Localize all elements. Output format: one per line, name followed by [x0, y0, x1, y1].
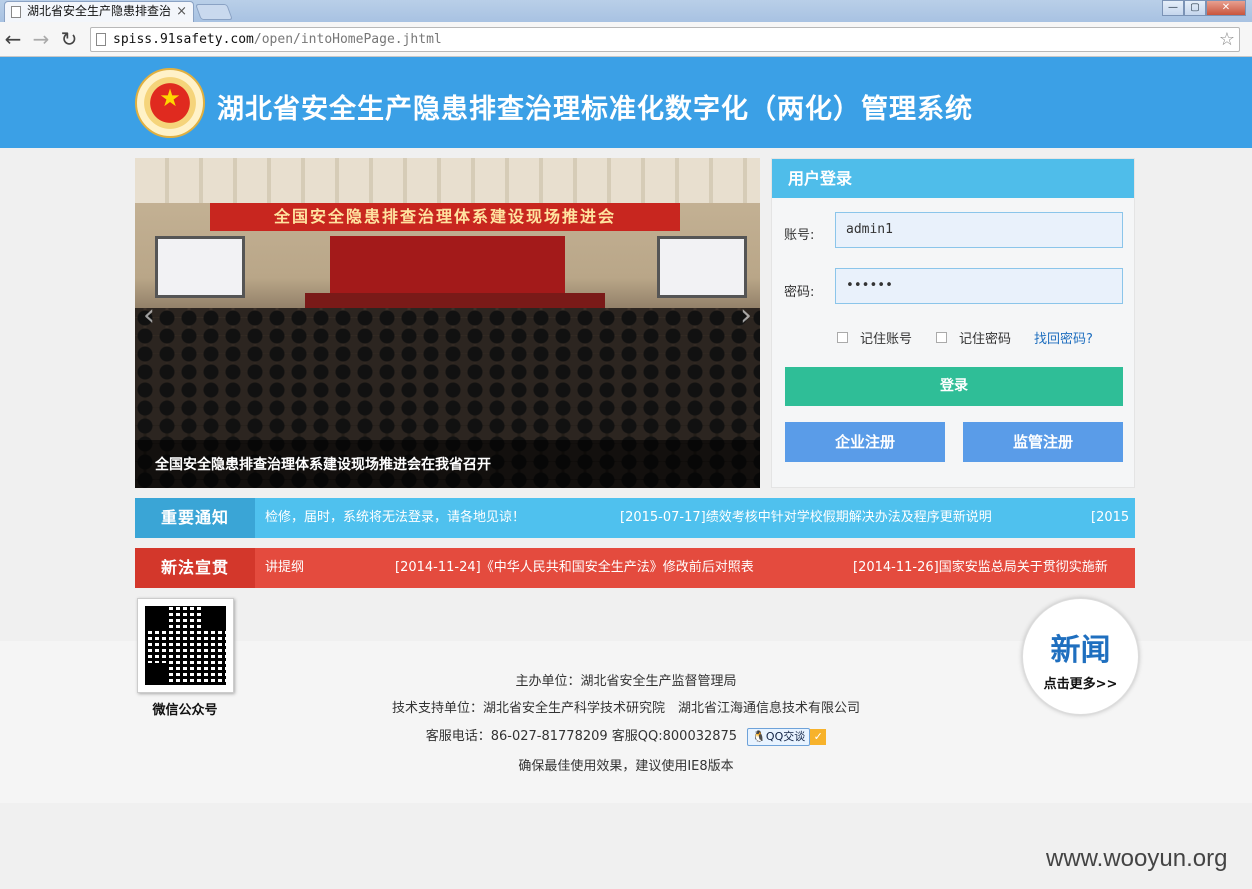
back-arrow-icon[interactable]: ← — [2, 28, 24, 50]
qq-chat-button[interactable]: 🐧QQ交谈 — [747, 727, 811, 746]
minimize-button[interactable]: — — [1162, 0, 1184, 16]
news-carousel[interactable]: 全国安全隐患排查治理体系建设现场推进会 ‹ › 全国安全隐患排查治理体系建设现场… — [135, 158, 760, 488]
wechat-qr-code — [137, 598, 234, 693]
qr-code-image — [145, 606, 226, 685]
page-icon — [96, 33, 106, 46]
window-controls: — ▢ ✕ — [1162, 0, 1246, 16]
service-contact: 客服电话：86-027-81778209 客服QQ:800032875 🐧QQ交… — [0, 725, 1252, 746]
browser-tab-bar: 湖北省安全生产隐患排查治 × — ▢ ✕ — [0, 0, 1252, 22]
caption-bar: 全国安全隐患排查治理体系建设现场推进会在我省召开 — [135, 440, 760, 488]
new-tab-button[interactable] — [195, 4, 233, 20]
important-notice-bar: 重要通知 检修，届时，系统将无法登录，请各地见谅！ [2015-07-17]绩效… — [135, 498, 1135, 538]
site-title: 湖北省安全生产隐患排查治理标准化数字化（两化）管理系统 — [217, 94, 973, 125]
browser-toolbar: ← → ↻ spiss.91safety.com/open/intoHomePa… — [0, 22, 1252, 57]
password-input[interactable]: •••••• — [835, 268, 1123, 304]
new-law-bar: 新法宣贯 讲提纲 [2014-11-24]《中华人民共和国安全生产法》修改前后对… — [135, 548, 1135, 588]
forgot-password-link[interactable]: 找回密码? — [1034, 328, 1093, 347]
carousel-caption[interactable]: 全国安全隐患排查治理体系建设现场推进会在我省召开 — [155, 454, 491, 474]
enterprise-register-button[interactable]: 企业注册 — [785, 422, 945, 462]
law-link[interactable]: [2014-11-24]《中华人民共和国安全生产法》修改前后对照表 — [395, 548, 754, 588]
remember-account[interactable]: 记住账号 — [837, 328, 912, 347]
new-law-ticker: 讲提纲 [2014-11-24]《中华人民共和国安全生产法》修改前后对照表 [2… — [255, 548, 1135, 588]
notice-link[interactable]: [2015-07-17]绩效考核中针对学校假期解决办法及程序更新说明 — [620, 498, 992, 538]
account-label: 账号: — [784, 228, 815, 243]
close-window-button[interactable]: ✕ — [1206, 0, 1246, 16]
scene-banner-text: 全国安全隐患排查治理体系建设现场推进会 — [210, 203, 680, 231]
remember-account-checkbox[interactable] — [837, 332, 848, 343]
star-icon: ★ — [159, 84, 181, 112]
news-more-link[interactable]: 点击更多>> — [1023, 673, 1138, 692]
remember-password-checkbox[interactable] — [936, 332, 947, 343]
stage-curtain — [330, 236, 565, 296]
tab-title: 湖北省安全生产隐患排查治 — [27, 4, 172, 18]
service-phone: 客服电话：86-027-81778209 客服QQ:800032875 — [425, 729, 738, 744]
emblem-logo: ★ — [135, 68, 205, 138]
supervisor-register-button[interactable]: 监管注册 — [963, 422, 1123, 462]
browser-tip: 确保最佳使用效果，建议使用IE8版本 — [518, 759, 734, 774]
notice-link[interactable]: [2015 — [1091, 498, 1129, 538]
remember-account-label: 记住账号 — [860, 332, 913, 347]
important-notice-ticker: 检修，届时，系统将无法登录，请各地见谅！ [2015-07-17]绩效考核中针对… — [255, 498, 1135, 538]
address-bar[interactable]: spiss.91safety.com/open/intoHomePage.jht… — [90, 27, 1240, 52]
projection-screen-right — [657, 236, 747, 298]
law-link[interactable]: 讲提纲 — [265, 548, 304, 588]
important-notice-label: 重要通知 — [135, 498, 255, 538]
law-link[interactable]: [2014-11-26]国家安监总局关于贯彻实施新 — [853, 548, 1108, 588]
url-path: /open/intoHomePage.jhtml — [253, 32, 442, 47]
notice-link[interactable]: 检修，届时，系统将无法登录，请各地见谅！ — [265, 498, 525, 538]
login-panel: 用户登录 账号: admin1 密码: •••••• 记住账号 记住密码 找回密… — [771, 158, 1135, 488]
maximize-button[interactable]: ▢ — [1184, 0, 1206, 16]
watermark: www.wooyun.org — [1046, 845, 1228, 872]
forward-arrow-icon[interactable]: → — [30, 28, 52, 50]
browser-tab[interactable]: 湖北省安全生产隐患排查治 × — [4, 1, 194, 22]
news-title: 新闻 — [1050, 633, 1111, 668]
login-title: 用户登录 — [772, 159, 1134, 198]
news-more-button[interactable]: 新闻 点击更多>> — [1022, 598, 1139, 715]
site-header: ★ 湖北省安全生产隐患排查治理标准化数字化（两化）管理系统 — [0, 57, 1252, 148]
remember-password-label: 记住密码 — [959, 332, 1012, 347]
bookmark-star-icon[interactable]: ☆ — [1219, 28, 1235, 51]
page-icon — [11, 6, 21, 18]
account-input[interactable]: admin1 — [835, 212, 1123, 248]
qq-chat-label: QQ交谈 — [765, 729, 806, 743]
wechat-label: 微信公众号 — [152, 703, 218, 718]
login-button[interactable]: 登录 — [785, 367, 1123, 406]
new-law-label: 新法宣贯 — [135, 548, 255, 588]
check-icon: ✓ — [810, 728, 827, 745]
reload-icon[interactable]: ↻ — [58, 28, 80, 50]
url-host: spiss.91safety.com — [113, 32, 254, 47]
projection-screen-left — [155, 236, 245, 298]
carousel-prev-icon[interactable]: ‹ — [143, 298, 155, 333]
remember-password[interactable]: 记住密码 — [936, 328, 1011, 347]
carousel-next-icon[interactable]: › — [740, 298, 752, 333]
banner-ceiling — [135, 158, 760, 203]
password-label: 密码: — [784, 285, 815, 300]
tab-close-icon[interactable]: × — [176, 2, 187, 21]
